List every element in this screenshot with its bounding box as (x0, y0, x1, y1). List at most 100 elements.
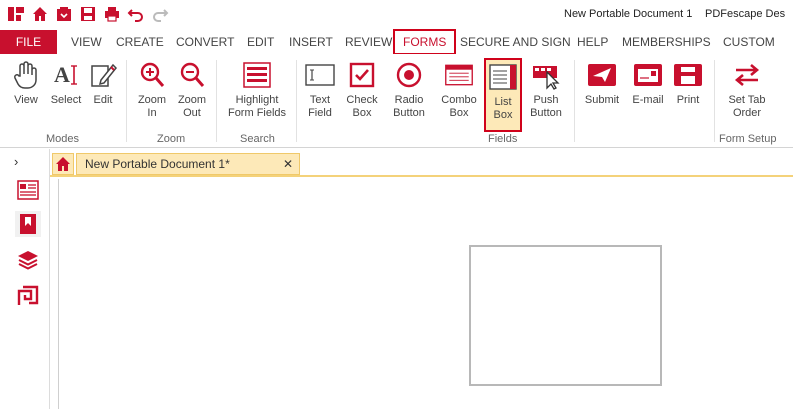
redo-icon[interactable] (150, 4, 170, 24)
tab-help[interactable]: HELP (577, 30, 608, 54)
printer-icon (673, 60, 703, 90)
zoom-in-icon (137, 60, 167, 90)
push-button-icon (531, 60, 561, 90)
svg-text:A: A (54, 62, 70, 87)
ribbon-separator (574, 60, 575, 142)
list-box-button[interactable]: List Box (484, 58, 522, 132)
text-field-label-1: Text (309, 94, 331, 106)
group-label-form-setup: Form Setup (719, 133, 777, 145)
select-label: Select (50, 94, 82, 106)
combo-label-2: Box (449, 107, 469, 119)
combo-box-button[interactable]: Combo Box (438, 60, 480, 120)
document-tab-label: New Portable Document 1* (85, 157, 230, 171)
document-canvas[interactable] (58, 179, 793, 409)
group-label-search: Search (240, 133, 275, 145)
tab-secure-and-sign[interactable]: SECURE AND SIGN (460, 30, 571, 54)
title-bar: New Portable Document 1 PDFescape Des (0, 0, 793, 30)
highlight-label-1: Highlight (235, 94, 279, 106)
tab-edit[interactable]: EDIT (247, 30, 274, 54)
list-box-label-2: Box (493, 109, 513, 121)
set-tab-order-button[interactable]: Set Tab Order (722, 60, 772, 120)
push-label-2: Button (530, 107, 562, 119)
home-icon (56, 157, 70, 171)
push-button-button[interactable]: Push Button (526, 60, 566, 120)
quick-access-toolbar (6, 4, 170, 24)
zoom-in-label-2: In (147, 107, 157, 119)
tab-order-icon (732, 60, 762, 90)
highlight-fields-icon (242, 60, 272, 90)
email-button[interactable]: E-mail (628, 60, 668, 107)
page-thumbnails-icon[interactable] (15, 177, 41, 203)
open-icon[interactable] (54, 4, 74, 24)
checkbox-icon (347, 60, 377, 90)
home-icon[interactable] (30, 4, 50, 24)
highlight-label-2: Form Fields (227, 107, 287, 119)
tab-create[interactable]: CREATE (116, 30, 164, 54)
zoom-out-icon (177, 60, 207, 90)
tab-file[interactable]: FILE (0, 30, 57, 54)
tab-memberships[interactable]: MEMBERSHIPS (622, 30, 711, 54)
radio-label-2: Button (393, 107, 425, 119)
set-tab-label-2: Order (732, 107, 762, 119)
app-name: PDFescape Des (705, 8, 786, 20)
paper-plane-icon (587, 60, 617, 90)
ribbon-separator (296, 60, 297, 142)
list-box-label-1: List (494, 96, 512, 108)
tab-view[interactable]: VIEW (71, 30, 102, 54)
text-select-icon: A (51, 60, 81, 90)
left-sidebar: › (0, 149, 50, 409)
text-field-button[interactable]: Text Field (302, 60, 338, 120)
push-label-1: Push (533, 94, 559, 106)
text-field-icon (305, 60, 335, 90)
select-button[interactable]: A Select (48, 60, 84, 107)
ribbon: View A Select Edit Modes Zoom In Zoom Ou… (0, 54, 793, 148)
print-button[interactable]: Print (670, 60, 706, 107)
document-tab[interactable]: New Portable Document 1* ✕ (76, 153, 300, 175)
tab-custom[interactable]: CUSTOM (723, 30, 775, 54)
document-tab-strip: New Portable Document 1* ✕ (50, 153, 793, 177)
view-label: View (14, 94, 38, 106)
edit-button[interactable]: Edit (86, 60, 120, 107)
tab-review[interactable]: REVIEW (345, 30, 392, 54)
zoom-in-label-1: Zoom (137, 94, 167, 106)
envelope-icon (633, 60, 663, 90)
tab-insert[interactable]: INSERT (289, 30, 333, 54)
attachments-icon[interactable] (15, 283, 41, 309)
radio-button-button[interactable]: Radio Button (388, 60, 430, 120)
app-logo-icon[interactable] (6, 4, 26, 24)
highlight-form-fields-button[interactable]: Highlight Form Fields (224, 60, 290, 120)
save-icon[interactable] (78, 4, 98, 24)
ribbon-separator (714, 60, 715, 142)
layers-icon[interactable] (15, 247, 41, 273)
zoom-out-button[interactable]: Zoom Out (174, 60, 210, 120)
tab-forms[interactable]: FORMS (393, 29, 457, 55)
submit-button[interactable]: Submit (582, 60, 622, 107)
check-box-label-2: Box (352, 107, 372, 119)
check-box-label-1: Check (346, 94, 378, 106)
set-tab-label-1: Set Tab (728, 94, 766, 106)
document-page[interactable] (469, 245, 662, 386)
sidebar-expand-icon[interactable]: › (14, 154, 18, 169)
email-label: E-mail (632, 94, 664, 106)
close-icon[interactable]: ✕ (283, 157, 293, 171)
menu-bar: FILE VIEW CREATE CONVERT EDIT INSERT REV… (0, 29, 793, 55)
tab-convert[interactable]: CONVERT (176, 30, 234, 54)
print-icon[interactable] (102, 4, 122, 24)
view-button[interactable]: View (8, 60, 44, 107)
edit-label: Edit (93, 94, 113, 106)
list-box-icon (488, 62, 518, 92)
check-box-button[interactable]: Check Box (344, 60, 380, 120)
combo-label-1: Combo (441, 94, 477, 106)
undo-icon[interactable] (126, 4, 146, 24)
combo-box-icon (444, 60, 474, 90)
group-label-zoom: Zoom (157, 133, 186, 145)
text-field-label-2: Field (308, 107, 332, 119)
radio-icon (394, 60, 424, 90)
print-label: Print (676, 94, 700, 106)
ribbon-separator (216, 60, 217, 142)
zoom-out-label-1: Zoom (177, 94, 207, 106)
bookmarks-icon[interactable] (15, 211, 41, 237)
home-tab[interactable] (52, 153, 74, 175)
pencil-icon (88, 60, 118, 90)
zoom-in-button[interactable]: Zoom In (134, 60, 170, 120)
